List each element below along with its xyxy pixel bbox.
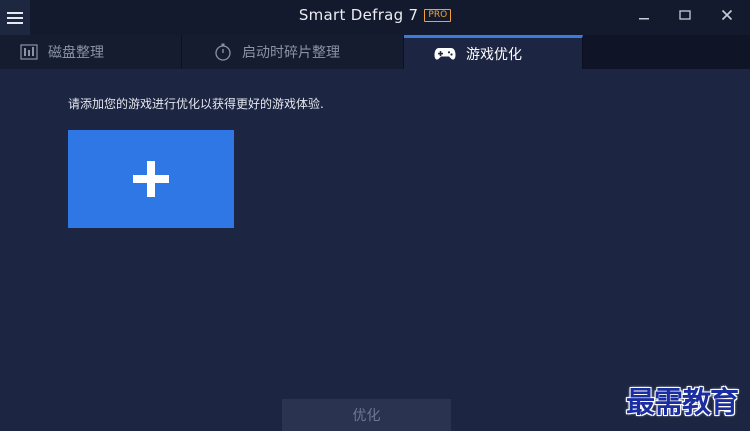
gamepad-icon [434,47,456,61]
minimize-button[interactable] [624,0,664,30]
maximize-icon [679,10,691,20]
app-name: Smart Defrag 7 [298,6,419,24]
tab-label: 启动时碎片整理 [242,45,340,61]
tab-label: 游戏优化 [466,46,522,63]
close-button[interactable] [707,0,747,30]
close-icon [721,9,733,21]
tab-disk-defrag[interactable]: 磁盘整理 [0,35,182,69]
hamburger-menu-icon [7,11,23,24]
instruction-text: 请添加您的游戏进行优化以获得更好的游戏体验. [68,97,324,111]
add-game-button[interactable] [68,130,234,228]
disk-defrag-icon [20,44,38,60]
plus-icon [133,161,169,197]
menu-button[interactable] [0,0,30,35]
maximize-button[interactable] [665,0,705,30]
tab-bar: 磁盘整理 启动时碎片整理 游戏优化 [0,35,750,69]
optimize-button[interactable]: 优化 [282,399,451,431]
tab-label: 磁盘整理 [48,45,104,61]
pro-badge: PRO [424,8,452,22]
watermark-text: 最需教育 [626,385,739,419]
minimize-icon [639,18,649,20]
stopwatch-icon [214,43,232,61]
title-bar: Smart Defrag 7 PRO [0,0,750,35]
tab-game-optimize[interactable]: 游戏优化 [404,35,583,69]
tab-boot-time-defrag[interactable]: 启动时碎片整理 [182,35,404,69]
